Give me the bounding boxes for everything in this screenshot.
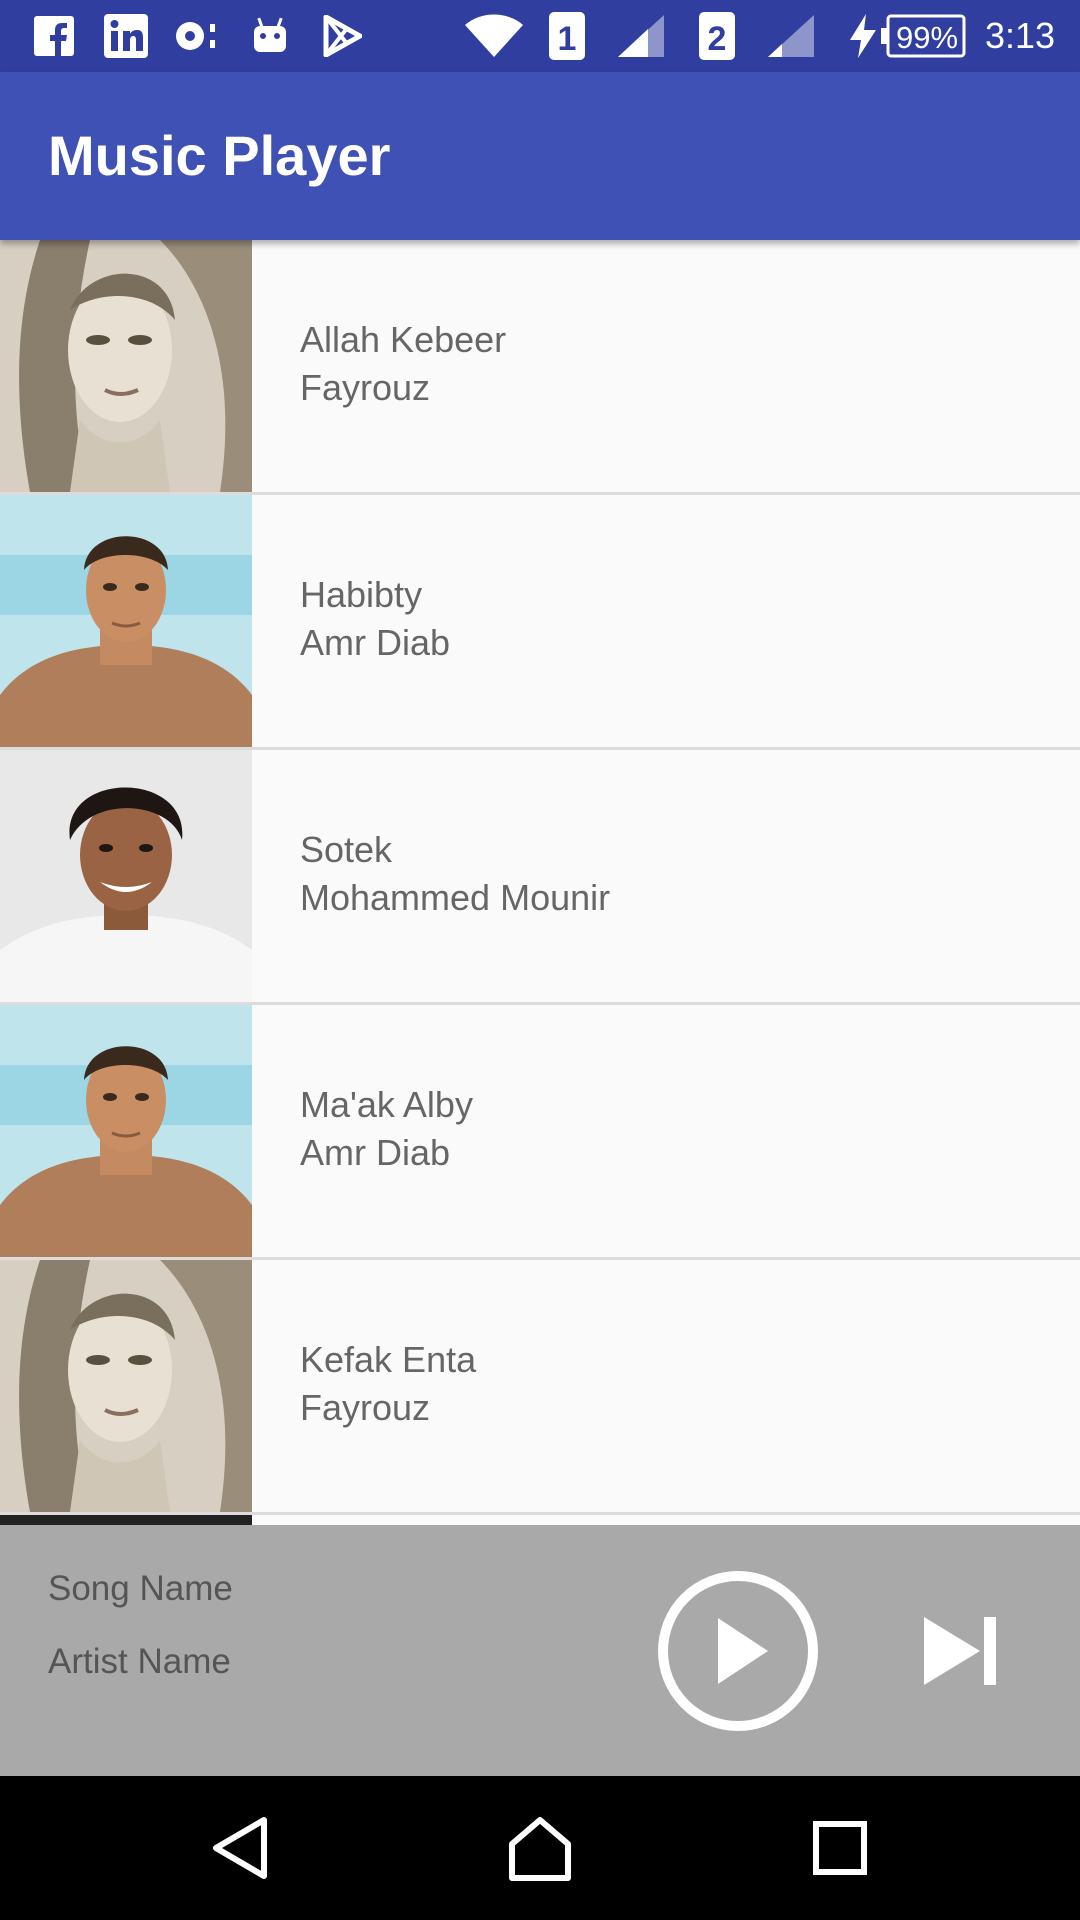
play-store-icon	[318, 12, 366, 60]
song-info: Habibty Amr Diab	[300, 571, 450, 667]
recents-icon	[813, 1821, 867, 1875]
song-row[interactable]: Kefak Enta Fayrouz	[0, 1260, 1080, 1515]
mini-player: Song Name Artist Name	[0, 1525, 1080, 1776]
sim2-label: 2	[708, 20, 727, 58]
song-row[interactable]: Allah Kebeer Fayrouz	[0, 240, 1080, 495]
album-art-amr-diab	[0, 1005, 252, 1257]
battery-percentage: 99%	[896, 20, 959, 55]
album-art-fayrouz	[0, 240, 252, 492]
signal-icon	[618, 12, 664, 60]
song-row[interactable]: Sotek Mohammed Mounir	[0, 750, 1080, 1005]
song-title: Allah Kebeer	[300, 319, 507, 360]
song-row[interactable]: Habibty Amr Diab	[0, 495, 1080, 750]
home-button[interactable]	[504, 1812, 576, 1884]
charging-icon	[848, 12, 878, 60]
play-icon	[658, 1571, 818, 1731]
sim2-icon: 2	[698, 12, 736, 60]
song-title: Sotek	[300, 829, 393, 870]
song-artist: Amr Diab	[300, 1132, 451, 1173]
home-icon	[509, 1817, 571, 1881]
song-info: Kefak Enta Fayrouz	[300, 1336, 476, 1432]
song-info: Sotek Mohammed Mounir	[300, 826, 610, 922]
now-playing-artist: Artist Name	[48, 1642, 231, 1681]
android-icon	[248, 12, 292, 60]
status-bar: 1 2 99% 3:13	[0, 0, 1080, 72]
album-art-mohammed-mounir	[0, 750, 252, 1002]
song-title: Ma'ak Alby	[300, 1084, 473, 1125]
back-icon	[213, 1817, 267, 1879]
song-title: Habibty	[300, 574, 423, 615]
navigation-bar	[0, 1776, 1080, 1920]
album-art-amr-diab	[0, 495, 252, 747]
song-artist: Fayrouz	[300, 1387, 431, 1428]
song-info: Ma'ak Alby Amr Diab	[300, 1081, 473, 1177]
song-artist: Amr Diab	[300, 622, 451, 663]
linkedin-icon	[102, 12, 150, 60]
notification-icon	[172, 12, 224, 60]
now-playing-song: Song Name	[48, 1569, 233, 1608]
song-title: Kefak Enta	[300, 1339, 477, 1380]
facebook-icon	[30, 12, 78, 60]
song-row-partial[interactable]	[0, 1515, 1080, 1525]
recents-button[interactable]	[804, 1812, 876, 1884]
song-info: Allah Kebeer Fayrouz	[300, 316, 506, 412]
album-art-partial	[0, 1515, 252, 1525]
skip-next-icon	[924, 1617, 996, 1685]
sim1-label: 1	[558, 20, 577, 58]
album-art-fayrouz	[0, 1260, 252, 1512]
clock: 3:13	[985, 15, 1056, 56]
song-list[interactable]: Allah Kebeer Fayrouz Habibty Amr Diab So…	[0, 240, 1080, 1525]
signal-weak-icon	[768, 12, 814, 60]
wifi-icon	[464, 12, 524, 60]
skip-next-button[interactable]	[918, 1611, 1002, 1691]
song-artist: Fayrouz	[300, 367, 431, 408]
back-button[interactable]	[204, 1812, 276, 1884]
play-button[interactable]	[655, 1568, 821, 1734]
sim1-icon: 1	[548, 12, 586, 60]
song-artist: Mohammed Mounir	[300, 877, 611, 918]
song-row[interactable]: Ma'ak Alby Amr Diab	[0, 1005, 1080, 1260]
app-title: Music Player	[48, 124, 391, 187]
app-bar: Music Player	[0, 72, 1080, 240]
